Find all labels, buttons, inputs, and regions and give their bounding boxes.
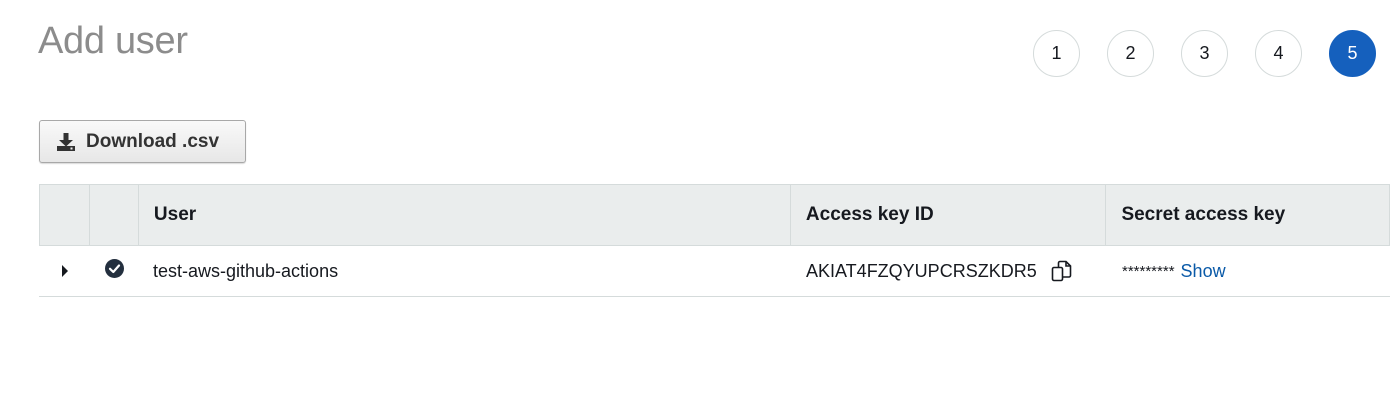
expand-row-toggle[interactable]: [39, 246, 89, 296]
access-key-id-cell: AKIAT4FZQYUPCRSZKDR5: [791, 246, 1107, 296]
step-2[interactable]: 2: [1107, 30, 1154, 77]
secret-access-key-column-header: Secret access key: [1121, 204, 1286, 225]
page-title: Add user: [38, 20, 188, 62]
access-key-id-value: AKIAT4FZQYUPCRSZKDR5: [806, 260, 1037, 281]
download-csv-button[interactable]: Download .csv: [39, 120, 246, 163]
check-circle-icon: [105, 259, 124, 283]
user-column-header: User: [139, 185, 791, 245]
users-table: User Access key ID Secret access key tes…: [39, 184, 1390, 297]
expand-column-header: [40, 185, 90, 245]
step-5-current: 5: [1329, 30, 1376, 77]
wizard-steps: 1 2 3 4 5: [1033, 30, 1376, 77]
table-row: test-aws-github-actions AKIAT4FZQYUPCRSZ…: [39, 246, 1390, 297]
download-csv-label: Download .csv: [86, 130, 220, 152]
step-1[interactable]: 1: [1033, 30, 1080, 77]
user-name-cell: test-aws-github-actions: [153, 260, 339, 281]
download-icon: [56, 132, 76, 152]
access-key-id-column-header: Access key ID: [791, 185, 1107, 245]
caret-right-icon: [61, 261, 69, 282]
table-header: User Access key ID Secret access key: [39, 184, 1390, 246]
copy-icon[interactable]: [1051, 260, 1073, 282]
show-secret-link[interactable]: Show: [1181, 261, 1226, 282]
status-cell: [89, 246, 138, 296]
step-4[interactable]: 4: [1255, 30, 1302, 77]
secret-access-key-cell: ********* Show: [1107, 246, 1390, 296]
status-column-header: [90, 185, 139, 245]
step-3[interactable]: 3: [1181, 30, 1228, 77]
secret-key-mask: *********: [1122, 262, 1175, 280]
